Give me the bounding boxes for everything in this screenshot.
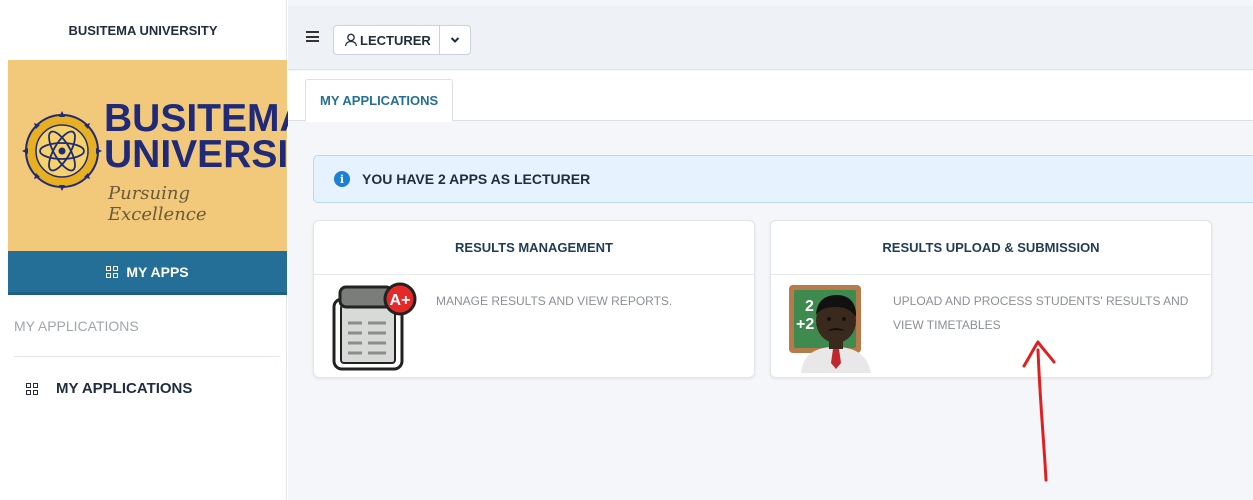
sidebar-title: BUSITEMA UNIVERSITY — [68, 22, 218, 38]
sidebar-item-label: MY APPLICATIONS — [56, 380, 193, 397]
grid-icon — [106, 265, 119, 278]
alert-text: YOU HAVE 2 APPS AS LECTURER — [362, 171, 591, 187]
svg-text:A+: A+ — [390, 292, 411, 309]
sidebar: BUSITEMA UNIVERSITY BUSITEMA UNIVERSITY … — [0, 0, 338, 500]
sidebar-divider — [14, 356, 280, 357]
role-label: LECTURER — [360, 32, 431, 48]
main-content: LECTURER MY APPLICATIONS i YOU HAVE 2 AP… — [288, 0, 1253, 500]
sidebar-section-header: MY APPLICATIONS — [14, 318, 139, 334]
info-icon: i — [334, 171, 350, 187]
user-icon — [344, 33, 358, 47]
tab-bar: MY APPLICATIONS — [288, 71, 1253, 122]
clipboard-grade-icon: A+ — [332, 282, 417, 371]
role-selector[interactable]: LECTURER — [333, 25, 471, 55]
app-card-description: UPLOAD AND PROCESS STUDENTS' RESULTS AND… — [893, 294, 1189, 332]
app-root: BUSITEMA UNIVERSITY BUSITEMA UNIVERSITY … — [0, 0, 1253, 500]
svg-text:+2: +2 — [796, 316, 814, 333]
role-button[interactable]: LECTURER — [334, 26, 440, 54]
grid-icon — [26, 382, 38, 395]
hamburger-menu-icon[interactable] — [306, 31, 319, 42]
app-card-description: MANAGE RESULTS AND VIEW REPORTS. — [436, 294, 673, 308]
app-card-results-management[interactable]: RESULTS MANAGEMENT A+ MANAGE RESULTS AND… — [313, 220, 755, 378]
university-logo[interactable]: BUSITEMA UNIVERSITY Pursuing Excellence — [8, 60, 338, 251]
teacher-icon: 2 +2 — [789, 285, 871, 373]
role-dropdown-toggle[interactable] — [440, 26, 470, 54]
university-seal-icon — [22, 111, 102, 191]
tab-my-applications[interactable]: MY APPLICATIONS — [305, 79, 454, 122]
apps-count-alert: i YOU HAVE 2 APPS AS LECTURER — [313, 155, 1253, 203]
app-card-title: RESULTS MANAGEMENT — [314, 221, 754, 275]
my-apps-label: MY APPS — [126, 263, 189, 280]
top-navbar: LECTURER — [288, 6, 1253, 70]
chevron-down-icon — [450, 37, 459, 43]
sidebar-item-my-applications[interactable]: MY APPLICATIONS — [26, 380, 192, 397]
app-card-results-upload[interactable]: RESULTS UPLOAD & SUBMISSION 2 +2 UPLOAD … — [770, 220, 1212, 378]
logo-tagline: Pursuing Excellence — [108, 183, 207, 225]
my-apps-button[interactable]: MY APPS — [8, 251, 287, 295]
svg-text:2: 2 — [805, 298, 814, 315]
app-card-title: RESULTS UPLOAD & SUBMISSION — [771, 221, 1211, 275]
